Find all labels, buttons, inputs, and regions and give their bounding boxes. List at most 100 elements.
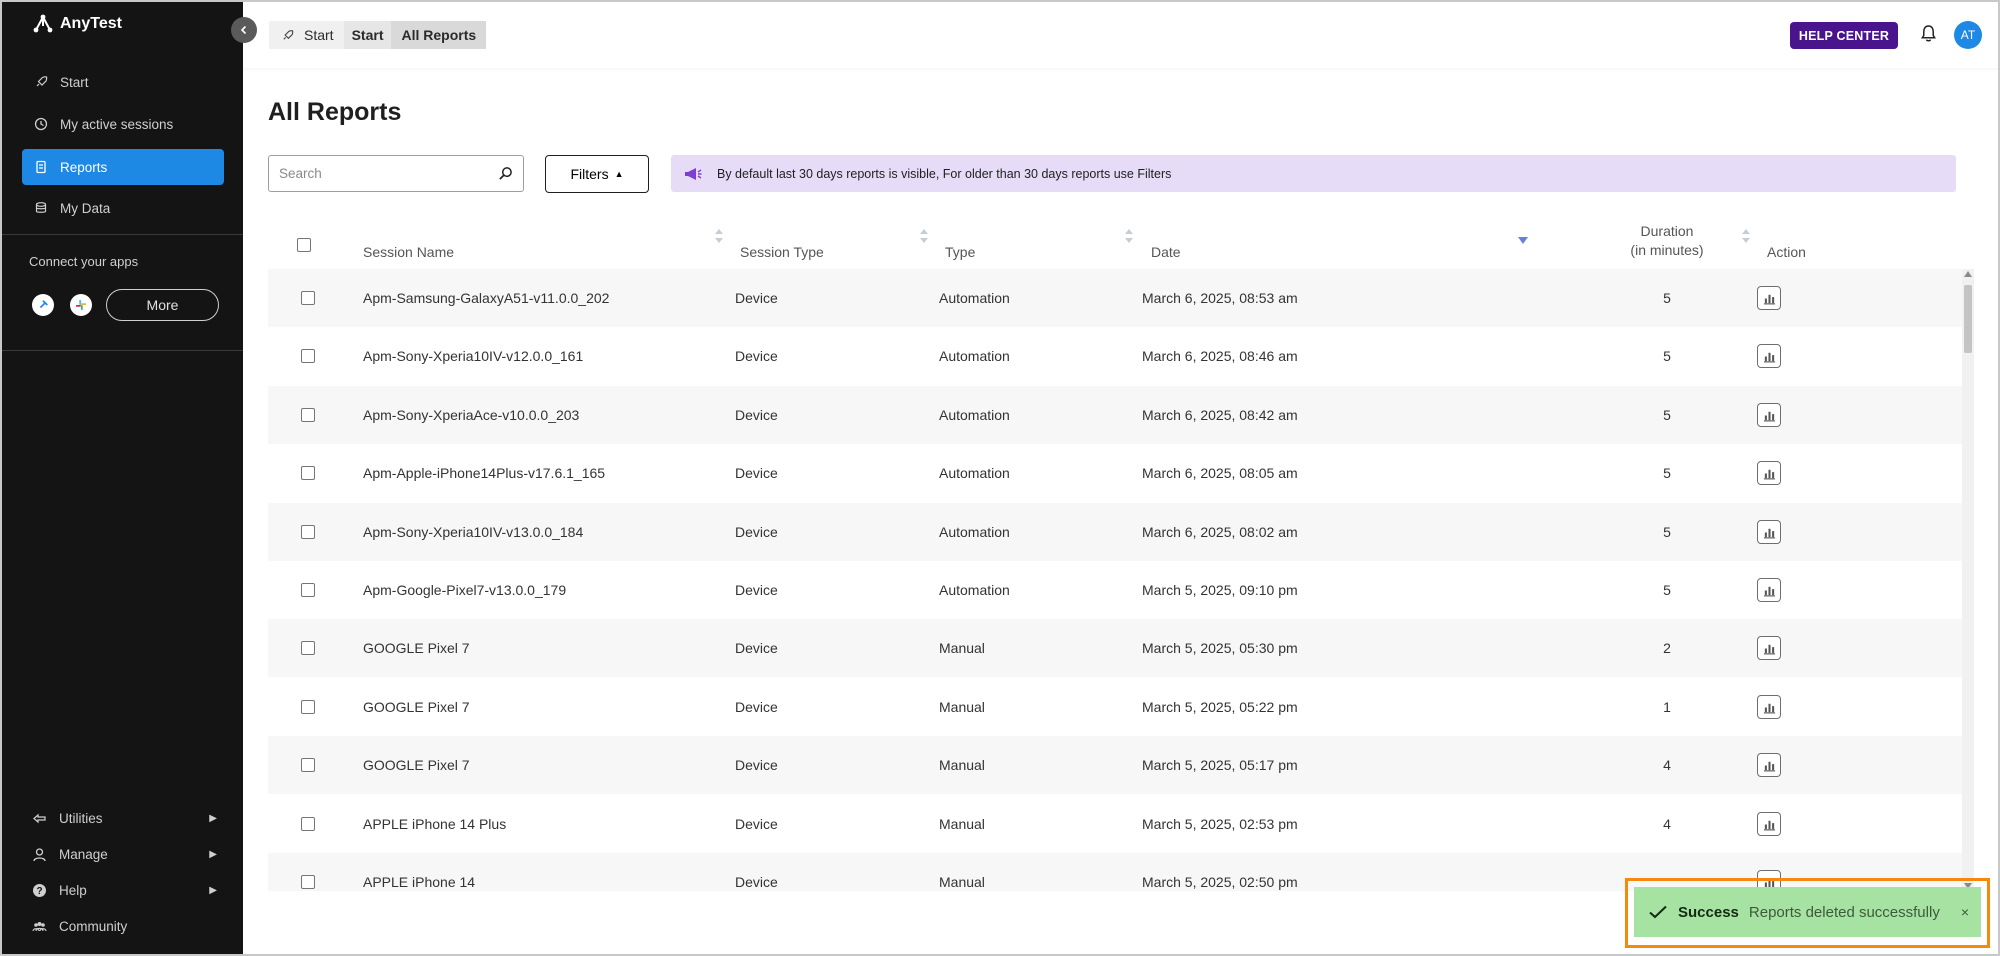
sort-type-icon[interactable] — [1125, 229, 1133, 243]
session-name-cell[interactable]: Apm-Samsung-GalaxyA51-v11.0.0_202 — [363, 269, 609, 327]
utilities-icon — [33, 813, 46, 824]
brand-logo[interactable]: AnyTest — [32, 14, 122, 34]
breadcrumb-all-reports[interactable]: All Reports — [391, 21, 487, 49]
column-duration-line2: (in minutes) — [1630, 242, 1704, 258]
table-row[interactable]: Apm-Sony-Xperia10IV-v13.0.0_184 Device Aut… — [268, 503, 1962, 561]
table-row[interactable]: APPLE iPhone 14 Plus Device Manual March 5,… — [268, 795, 1962, 853]
megaphone-icon — [685, 167, 702, 180]
session-name-cell[interactable]: GOOGLE Pixel 7 — [363, 736, 470, 794]
sidebar-item-active-sessions[interactable]: My active sessions — [22, 106, 224, 142]
view-report-button[interactable] — [1757, 578, 1781, 602]
filters-button[interactable]: Filters ▲ — [545, 155, 649, 193]
view-report-button[interactable] — [1757, 695, 1781, 719]
session-name-cell[interactable]: Apm-Sony-Xperia10IV-v12.0.0_161 — [363, 327, 583, 385]
duration-cell: 2 — [1663, 640, 1671, 656]
column-date[interactable]: Date — [1151, 244, 1181, 260]
row-checkbox[interactable] — [301, 408, 315, 422]
sort-duration-icon[interactable] — [1742, 229, 1750, 243]
type-cell: Manual — [939, 699, 985, 715]
view-report-button[interactable] — [1757, 461, 1781, 485]
row-checkbox[interactable] — [301, 758, 315, 772]
sidebar-item-label: My active sessions — [60, 116, 174, 132]
sidebar-item-manage[interactable]: Manage ▶ — [32, 847, 217, 862]
row-checkbox-cell — [301, 619, 315, 677]
view-report-button[interactable] — [1757, 753, 1781, 777]
table-row[interactable]: GOOGLE Pixel 7 Device Manual March 5, 2025,… — [268, 678, 1962, 736]
session-type-cell: Device — [735, 874, 778, 890]
row-checkbox[interactable] — [301, 700, 315, 714]
table-row[interactable]: Apm-Sony-XperiaAce-v10.0.0_203 Device Auto… — [268, 386, 1962, 444]
notifications-bell-icon[interactable] — [1920, 24, 1937, 48]
scrollbar-thumb[interactable] — [1964, 285, 1972, 353]
view-report-button[interactable] — [1757, 812, 1781, 836]
search-input[interactable] — [279, 166, 498, 181]
breadcrumb-start[interactable]: Start — [294, 21, 344, 49]
reports-table-body: Apm-Samsung-GalaxyA51-v11.0.0_202 Device A… — [268, 269, 1962, 891]
sidebar-item-utilities[interactable]: Utilities ▶ — [32, 811, 217, 826]
session-name-cell[interactable]: Apm-Sony-XperiaAce-v10.0.0_203 — [363, 386, 579, 444]
row-checkbox[interactable] — [301, 349, 315, 363]
sidebar-item-reports[interactable]: Reports — [22, 149, 224, 185]
row-checkbox[interactable] — [301, 875, 315, 889]
breadcrumb: Start Start All Reports — [269, 21, 487, 49]
sidebar-item-help[interactable]: ? Help ▶ — [32, 883, 217, 898]
select-all-checkbox[interactable] — [297, 238, 311, 252]
row-checkbox-cell — [301, 678, 315, 736]
collapse-sidebar-button[interactable] — [231, 17, 257, 43]
table-row[interactable]: Apm-Sony-Xperia10IV-v12.0.0_161 Device Aut… — [268, 327, 1962, 385]
sort-session-type-icon[interactable] — [920, 229, 928, 243]
table-row[interactable]: Apm-Apple-iPhone14Plus-v17.6.1_165 Device… — [268, 444, 1962, 502]
search-icon[interactable] — [498, 166, 513, 181]
table-row[interactable]: Apm-Samsung-GalaxyA51-v11.0.0_202 Device A… — [268, 269, 1962, 327]
row-checkbox[interactable] — [301, 525, 315, 539]
type-cell: Automation — [939, 407, 1010, 423]
success-toast: Success Reports deleted successfully × — [1634, 887, 1981, 937]
session-name-cell[interactable]: Apm-Apple-iPhone14Plus-v17.6.1_165 — [363, 444, 605, 502]
session-name-cell[interactable]: GOOGLE Pixel 7 — [363, 619, 470, 677]
bar-chart-icon — [1763, 469, 1775, 479]
user-avatar[interactable]: AT — [1954, 21, 1982, 49]
row-checkbox[interactable] — [301, 583, 315, 597]
help-center-button[interactable]: HELP CENTER — [1790, 22, 1898, 49]
date-cell: March 5, 2025, 02:53 pm — [1142, 816, 1298, 832]
search-box — [268, 155, 524, 192]
table-row[interactable]: GOOGLE Pixel 7 Device Manual March 5, 2025,… — [268, 619, 1962, 677]
session-name-cell[interactable]: Apm-Sony-Xperia10IV-v13.0.0_184 — [363, 503, 583, 561]
duration-cell: 4 — [1663, 816, 1671, 832]
column-type[interactable]: Type — [945, 244, 975, 260]
sidebar-item-community[interactable]: Community — [32, 919, 217, 934]
sidebar-item-my-data[interactable]: My Data — [22, 190, 224, 226]
view-report-button[interactable] — [1757, 403, 1781, 427]
session-name-cell[interactable]: GOOGLE Pixel 7 — [363, 678, 470, 736]
session-name-cell[interactable]: APPLE iPhone 14 — [363, 853, 475, 891]
app-pin-icon — [39, 300, 48, 309]
sort-session-name-icon[interactable] — [715, 229, 723, 243]
table-scrollbar[interactable] — [1962, 269, 1974, 891]
session-name-cell[interactable]: Apm-Google-Pixel7-v13.0.0_179 — [363, 561, 566, 619]
view-report-button[interactable] — [1757, 636, 1781, 660]
scroll-up-arrow-icon[interactable] — [1964, 271, 1972, 277]
expand-arrow-icon: ▶ — [209, 813, 217, 824]
duration-cell: 5 — [1663, 465, 1671, 481]
column-session-name[interactable]: Session Name — [363, 244, 454, 260]
row-checkbox[interactable] — [301, 641, 315, 655]
connected-app-icon[interactable] — [32, 294, 54, 316]
row-checkbox[interactable] — [301, 466, 315, 480]
toast-close-button[interactable]: × — [1961, 904, 1969, 920]
sort-date-desc-icon[interactable] — [1518, 237, 1528, 244]
sidebar-item-start[interactable]: Start — [22, 64, 224, 100]
table-row[interactable]: GOOGLE Pixel 7 Device Manual March 5, 2025,… — [268, 736, 1962, 794]
row-checkbox-cell — [301, 503, 315, 561]
session-name-cell[interactable]: APPLE iPhone 14 Plus — [363, 795, 506, 853]
row-checkbox[interactable] — [301, 817, 315, 831]
column-session-type[interactable]: Session Type — [740, 244, 824, 260]
more-apps-button[interactable]: More — [106, 289, 219, 321]
view-report-button[interactable] — [1757, 344, 1781, 368]
column-duration[interactable]: Duration (in minutes) — [1602, 222, 1732, 260]
view-report-button[interactable] — [1757, 520, 1781, 544]
row-checkbox[interactable] — [301, 291, 315, 305]
slack-icon[interactable] — [70, 294, 92, 316]
view-report-button[interactable] — [1757, 286, 1781, 310]
breadcrumb-start-current[interactable]: Start — [343, 21, 392, 49]
table-row[interactable]: Apm-Google-Pixel7-v13.0.0_179 Device Autom… — [268, 561, 1962, 619]
